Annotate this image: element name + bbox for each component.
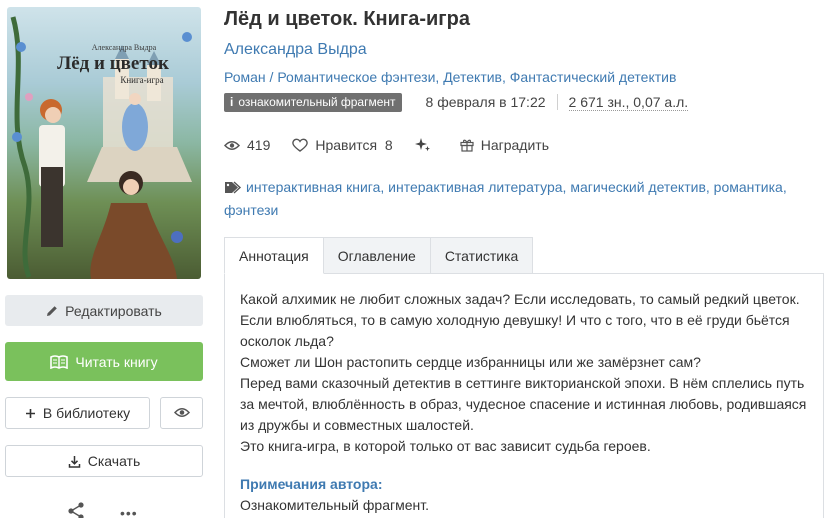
divider [556,94,558,110]
views-count: 419 [224,137,270,153]
annotation-text: Какой алхимик не любит сложных задач? Ес… [240,289,815,457]
annotation-paragraph: Перед вами сказочный детектив в сеттинге… [240,375,807,433]
pencil-icon [46,305,58,317]
sparkle-icon [414,138,430,152]
heart-icon [292,138,309,152]
eye-icon [173,405,190,421]
edit-button-label: Редактировать [65,302,162,319]
download-button[interactable]: Скачать [5,445,203,477]
fragment-badge-label: ознакомительный фрагмент [238,95,396,109]
fragment-badge: i ознакомительный фрагмент [224,92,402,112]
read-book-button[interactable]: Читать книгу [5,342,203,381]
book-meta: i ознакомительный фрагмент 8 февраля в 1… [224,92,689,112]
publish-date: 8 февраля в 17:22 [425,94,546,110]
cover-author: Александра Выдра [91,43,157,52]
tag-link[interactable]: магический детектив [570,179,706,195]
annotation-paragraph: Сможет ли Шон растопить сердце избранниц… [240,354,701,370]
genre-list: Роман / Романтическое фэнтези, Детектив,… [224,69,677,85]
genre-link[interactable]: Роман [224,69,266,85]
reward-label: Наградить [480,137,549,153]
share-icon[interactable] [66,502,86,518]
likes-value: 8 [384,137,393,153]
gift-icon [460,139,474,152]
plus-icon [25,408,36,419]
tag-list: интерактивная книга, интерактивная литер… [224,179,787,218]
info-icon: i [230,95,234,109]
watch-button[interactable] [160,397,203,429]
read-book-label: Читать книгу [75,353,158,370]
author-notes-text: Ознакомительный фрагмент. [240,497,429,513]
author-notes-title: Примечания автора: [240,476,383,492]
views-value: 419 [247,137,271,153]
book-tabs: Аннотация Оглавление Статистика [224,237,534,274]
sparkle-button[interactable] [414,137,438,153]
text-size[interactable]: 2 671 зн., 0,07 а.л. [568,94,689,111]
tag-link[interactable]: фэнтези [224,202,278,218]
book-title: Лёд и цветок. Книга-игра [224,8,470,30]
genre-link[interactable]: Детектив [443,69,502,85]
tab-contents[interactable]: Оглавление [322,237,431,274]
tag-link[interactable]: романтика [714,179,783,195]
tag-icon [224,179,242,200]
tag-link[interactable]: интерактивная литература [388,179,562,195]
eye-icon [224,140,240,150]
annotation-paragraph: Это книга-игра, в которой только от вас … [240,438,651,454]
like-button[interactable]: Нравится 8 [292,137,393,153]
download-label: Скачать [87,453,141,469]
author-link[interactable]: Александра Выдра [224,41,367,59]
genre-link[interactable]: Фантастический детектив [510,69,677,85]
add-to-library-label: В библиотеку [42,405,131,421]
like-label: Нравится [315,137,378,153]
tag-link[interactable]: интерактивная книга [246,179,380,195]
open-book-icon [50,354,69,369]
book-cover[interactable]: Александра Выдра Лёд и цветок Книга-игра [7,7,201,279]
cover-subtitle: Книга-игра [120,75,164,85]
tab-statistics[interactable]: Статистика [429,237,534,274]
add-to-library-button[interactable]: В библиотеку [5,397,150,429]
tab-annotation[interactable]: Аннотация [224,237,324,274]
genre-link[interactable]: Романтическое фэнтези [277,69,435,85]
book-stats: 419 Нравится 8 Наградить [224,136,571,154]
download-icon [68,455,81,468]
annotation-paragraph: Какой алхимик не любит сложных задач? Ес… [240,291,800,349]
cover-title: Лёд и цветок [57,53,169,74]
edit-button[interactable]: Редактировать [5,295,203,326]
reward-button[interactable]: Наградить [460,137,549,153]
more-options-button[interactable]: ••• [120,505,138,518]
